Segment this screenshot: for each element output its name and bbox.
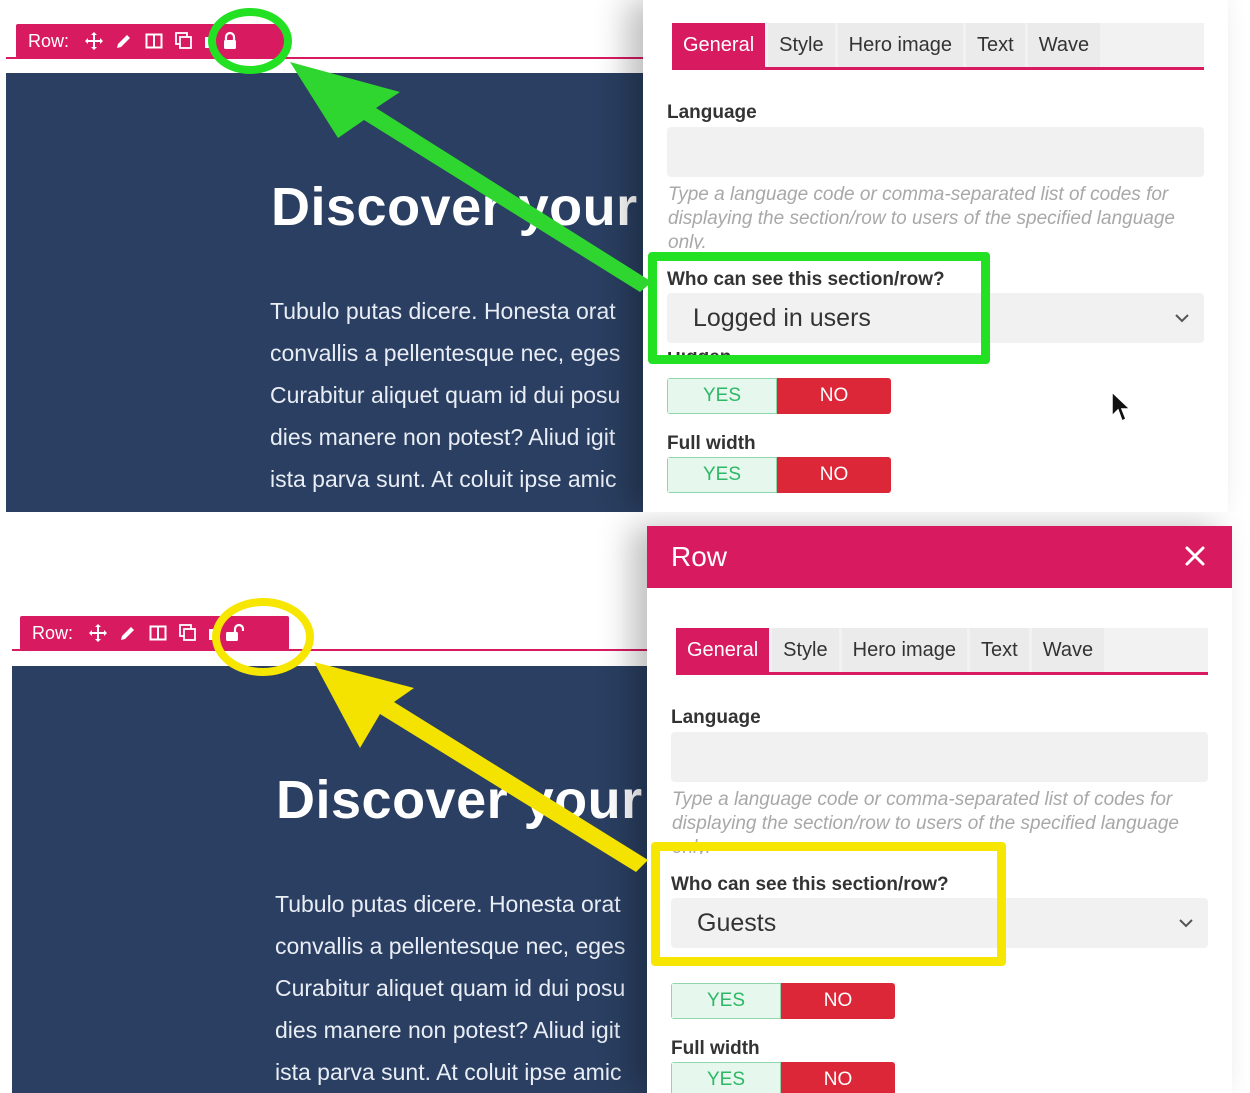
screenshot-panel-guests: Discover your f Tubulo putas dicere. Hon… bbox=[0, 512, 1250, 1093]
screenshot-panel-logged-in: Discover your f Tubulo putas dicere. Hon… bbox=[0, 0, 1250, 512]
yellow-arrow-icon bbox=[314, 662, 648, 872]
green-arrow-icon bbox=[290, 62, 652, 292]
